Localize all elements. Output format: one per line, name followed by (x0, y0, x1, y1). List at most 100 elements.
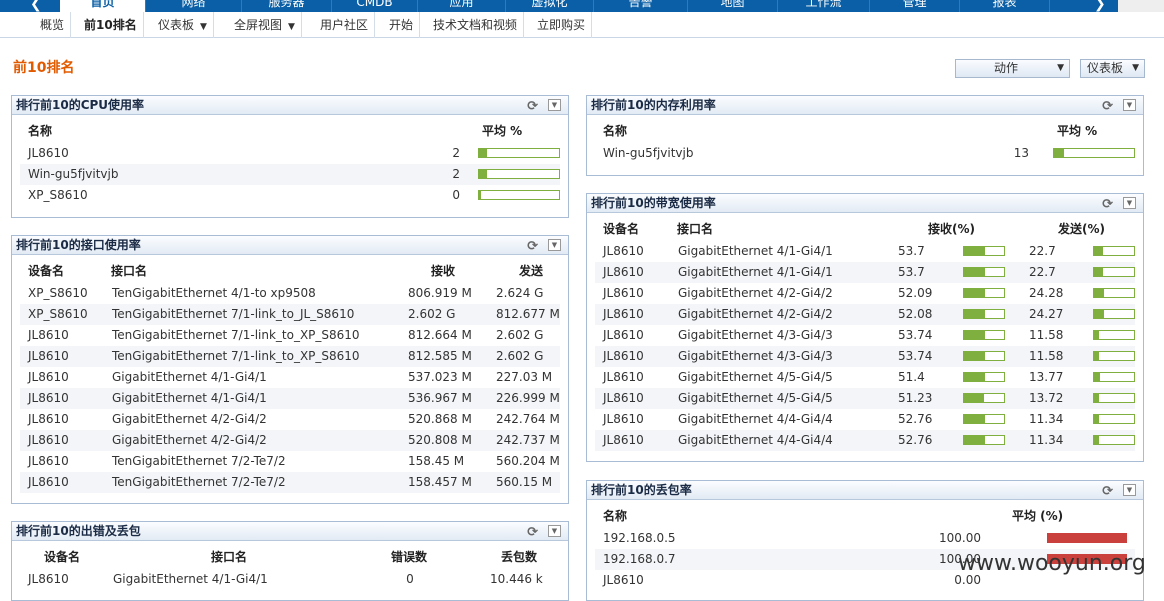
column-header: 设备名 (44, 550, 81, 564)
panel-menu-icon[interactable]: ▼ (1123, 484, 1136, 496)
top-tab-8[interactable]: 地图 (688, 0, 778, 12)
top-tab-5[interactable]: 应用 (418, 0, 506, 12)
nav-left-arrow-icon[interactable]: ❮ (30, 0, 42, 12)
progress-bar (963, 267, 1005, 277)
top-tab-1[interactable]: 首页 (60, 0, 146, 12)
progress-bar (963, 414, 1005, 424)
subnav-item-3[interactable]: 仪表板 ▼ (152, 12, 214, 38)
subnav-item-5[interactable]: 用户社区 (314, 12, 376, 38)
table-cell: 100.00 (939, 531, 981, 545)
panel-menu-icon[interactable]: ▼ (1123, 197, 1136, 209)
chevron-down-icon: ▼ (200, 22, 207, 32)
table-cell: GigabitEthernet 4/2-Gi4/2 (112, 433, 267, 447)
table-row: JL8610 TenGigabitEthernet 7/2-Te7/2 158.45… (20, 472, 560, 493)
subnav-item-2[interactable]: 前10排名 (78, 12, 144, 38)
progress-bar (1093, 267, 1135, 277)
table-cell: 536.967 M (408, 391, 472, 405)
table-cell: JL8610 (28, 454, 69, 468)
column-header: 错误数 (391, 550, 428, 564)
top-tab-6[interactable]: 虚拟化 (506, 0, 594, 12)
refresh-icon[interactable]: ⟳ (1102, 195, 1113, 214)
top-tab-4[interactable]: CMDB (332, 0, 418, 12)
table-cell: 560.15 M (496, 475, 553, 489)
progress-bar (963, 246, 1005, 256)
subnav-item-label: 前10排名 (84, 18, 137, 32)
refresh-icon[interactable]: ⟳ (527, 523, 538, 542)
progress-bar (1093, 393, 1135, 403)
table-cell: JL8610 (603, 391, 644, 405)
table-cell: 2.602 G (496, 328, 544, 342)
refresh-icon[interactable]: ⟳ (527, 97, 538, 116)
panel-menu-icon[interactable]: ▼ (548, 99, 561, 111)
table-cell: TenGigabitEthernet 4/1-to xp9508 (112, 286, 316, 300)
table-cell: GigabitEthernet 4/1-Gi4/1 (678, 265, 833, 279)
table-cell: 520.808 M (408, 433, 472, 447)
panel-menu-icon[interactable]: ▼ (1123, 99, 1136, 111)
top-tab-10[interactable]: 管理 (870, 0, 960, 12)
top-tab-3[interactable]: 服务器 (242, 0, 332, 12)
table-cell: 53.74 (898, 328, 933, 342)
progress-bar (963, 372, 1005, 382)
table-row: JL8610 GigabitEthernet 4/1-Gi4/1 537.023 M… (20, 367, 560, 388)
column-header: 设备名 (28, 264, 65, 278)
nav-right-arrow-icon[interactable]: ❯ (1094, 0, 1106, 12)
progress-bar (478, 169, 560, 179)
action-select[interactable]: 动作 ▼ (955, 59, 1070, 78)
progress-bar-fill (479, 149, 487, 157)
subnav-item-label: 仪表板 (158, 18, 195, 32)
table-cell: 537.023 M (408, 370, 472, 384)
table-cell: 227.03 M (496, 370, 553, 384)
table-cell: 11.34 (1029, 433, 1064, 447)
subnav-item-4[interactable]: 全屏视图 ▼ (228, 12, 302, 38)
table-cell: GigabitEthernet 4/1-Gi4/1 (112, 370, 267, 384)
subnav-item-8[interactable]: 立即购买 (531, 12, 593, 38)
table-cell: 560.204 M (496, 454, 560, 468)
table-cell: 158.457 M (408, 475, 472, 489)
panel-menu-icon[interactable]: ▼ (548, 239, 561, 251)
table-cell: GigabitEthernet 4/5-Gi4/5 (678, 391, 833, 405)
column-header: 名称 (603, 509, 628, 523)
bandwidth-panel-header: 排行前10的带宽使用率 ⟳ ▼ (587, 194, 1143, 213)
panel-menu-icon[interactable]: ▼ (548, 525, 561, 537)
refresh-icon[interactable]: ⟳ (1102, 482, 1113, 501)
top-tab-2[interactable]: 网络 (146, 0, 242, 12)
table-cell: GigabitEthernet 4/1-Gi4/1 (678, 244, 833, 258)
table-cell: JL8610 (28, 328, 69, 342)
memory-panel-title: 排行前10的内存利用率 (591, 98, 716, 112)
progress-bar-fill (1094, 247, 1104, 255)
top-tab-11[interactable]: 报表 (960, 0, 1050, 12)
progress-bar-fill (964, 436, 986, 444)
progress-bar-fill (1094, 289, 1104, 297)
table-cell: XP_S8610 (28, 286, 88, 300)
cpu-panel-header: 排行前10的CPU使用率 ⟳ ▼ (12, 96, 568, 115)
progress-bar-fill (1094, 373, 1100, 381)
subnav-item-6[interactable]: 开始 (383, 12, 421, 38)
top-tab-9[interactable]: 工作流 (778, 0, 870, 12)
column-header: 丢包数 (501, 550, 538, 564)
subnav-item-7[interactable]: 技术文档和视频 (427, 12, 525, 38)
table-cell: JL8610 (603, 433, 644, 447)
dashboard-select[interactable]: 仪表板 ▼ (1080, 59, 1145, 78)
refresh-icon[interactable]: ⟳ (1102, 97, 1113, 116)
table-cell: 51.4 (898, 370, 925, 384)
table-cell: XP_S8610 (28, 188, 88, 202)
table-cell: 52.76 (898, 433, 933, 447)
table-cell: GigabitEthernet 4/3-Gi4/3 (678, 328, 833, 342)
table-cell: 242.764 M (496, 412, 560, 426)
action-select-label: 动作 (994, 61, 1019, 75)
top-tab-7[interactable]: 告警 (594, 0, 688, 12)
memory-panel-header: 排行前10的内存利用率 ⟳ ▼ (587, 96, 1143, 115)
progress-bar-fill (964, 352, 986, 360)
subnav-item-1[interactable]: 概览 (34, 12, 72, 38)
progress-bar-fill (1094, 436, 1099, 444)
page-title: 前10排名 (13, 60, 75, 76)
interface-panel: 排行前10的接口使用率 ⟳ ▼ 设备名 接口名 接收 发送 XP_S8610 Te… (11, 235, 569, 504)
table-cell: JL8610 (28, 475, 69, 489)
table-row: JL8610 2 (20, 143, 560, 164)
table-cell: TenGigabitEthernet 7/2-Te7/2 (112, 454, 286, 468)
top-right-tools[interactable] (1118, 0, 1164, 12)
table-cell: 13.77 (1029, 370, 1064, 384)
refresh-icon[interactable]: ⟳ (527, 237, 538, 256)
table-cell: 51.23 (898, 391, 933, 405)
column-header: 接口名 (111, 264, 148, 278)
